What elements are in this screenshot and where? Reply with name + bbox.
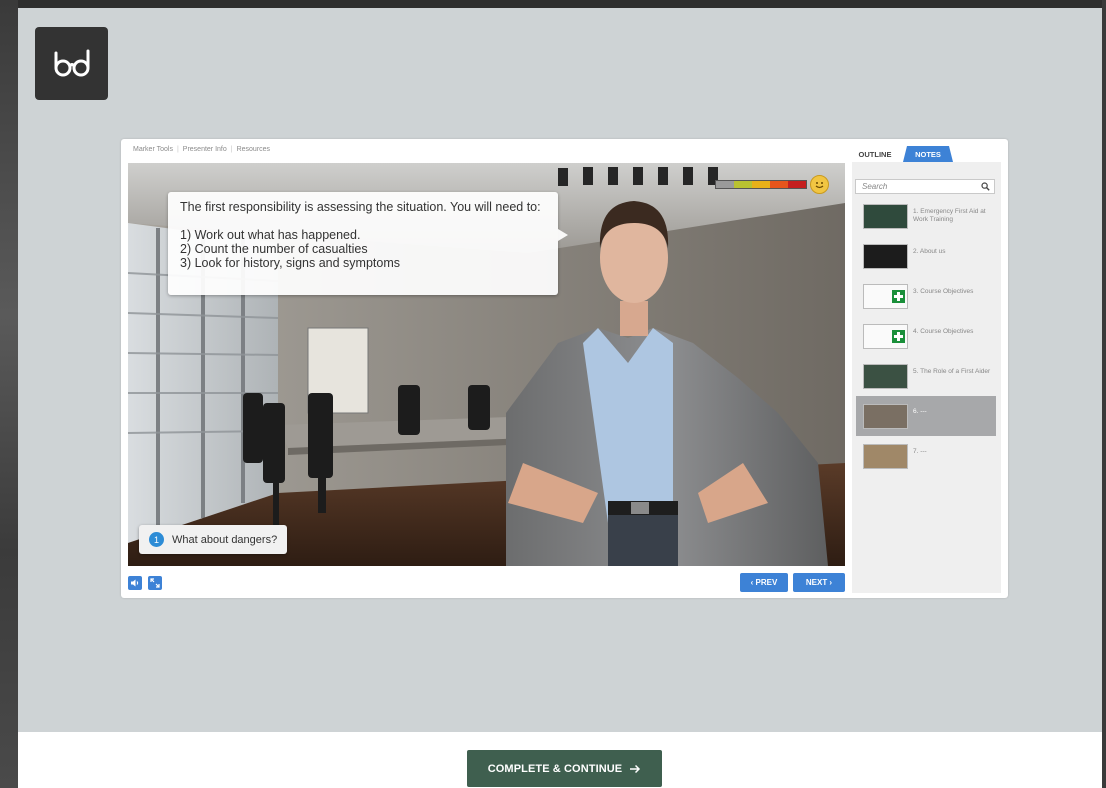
complete-continue-label: COMPLETE & CONTINUE bbox=[487, 762, 623, 775]
instruction-callout: The first responsibility is assessing th… bbox=[168, 192, 558, 295]
player-top-links: Marker Tools | Presenter Info | Resources bbox=[133, 146, 270, 153]
volume-icon-graphic bbox=[131, 579, 139, 587]
cross-bar bbox=[894, 295, 903, 298]
next-button[interactable]: NEXT › bbox=[793, 573, 845, 592]
question-number-badge: 1 bbox=[149, 532, 164, 547]
marker-tools-link[interactable]: Marker Tools bbox=[133, 146, 173, 153]
search-input[interactable]: Search bbox=[855, 179, 995, 194]
outline-item-label: 4. Course Objectives bbox=[913, 328, 974, 335]
slide-thumbnail bbox=[863, 324, 908, 349]
callout-tail bbox=[558, 229, 568, 241]
slide-thumbnail bbox=[863, 284, 908, 309]
outline-item-label: 1. Emergency First Aid at Work Training bbox=[913, 208, 986, 223]
outline-item[interactable]: 2. About us bbox=[856, 236, 996, 276]
outline-item[interactable]: 7. --- bbox=[856, 436, 996, 476]
course-player: Marker Tools | Presenter Info | Resources bbox=[121, 139, 1008, 598]
callout-gap bbox=[180, 214, 546, 228]
outline-sidebar: OUTLINE NOTES Search 1. Emergency First … bbox=[851, 145, 1001, 593]
outline-item-selected[interactable]: 6. --- bbox=[856, 396, 996, 436]
slide-thumbnail bbox=[863, 404, 908, 429]
slide-thumbnail bbox=[863, 204, 908, 229]
callout-item-3: 3) Look for history, signs and symptoms bbox=[180, 256, 400, 270]
tab-notes[interactable]: NOTES bbox=[903, 146, 953, 162]
outline-item-label: 2. About us bbox=[913, 248, 946, 255]
volume-icon[interactable] bbox=[128, 576, 142, 590]
outline-item-label: 6. --- bbox=[913, 408, 927, 415]
first-aid-cross-icon bbox=[892, 290, 905, 303]
expand-icon[interactable] bbox=[148, 576, 162, 590]
outline-item-label: 7. --- bbox=[913, 448, 927, 455]
link-separator: | bbox=[230, 146, 233, 153]
background-left-strip bbox=[0, 0, 18, 788]
outline-item[interactable]: 4. Course Objectives bbox=[856, 316, 996, 356]
tab-outline[interactable]: OUTLINE bbox=[853, 146, 897, 162]
search-icon[interactable] bbox=[981, 182, 990, 191]
outline-item-label: 5. The Role of a First Aider bbox=[913, 368, 991, 375]
mood-meter bbox=[715, 180, 807, 189]
arrow-right-icon bbox=[630, 764, 641, 773]
first-aid-cross-icon bbox=[892, 330, 905, 343]
slide-thumbnail bbox=[863, 244, 908, 269]
outline-item[interactable]: 1. Emergency First Aid at Work Training bbox=[856, 196, 996, 236]
smiley-icon-graphic bbox=[815, 182, 824, 189]
smiley-icon bbox=[810, 175, 829, 194]
background-right-strip bbox=[1102, 0, 1106, 788]
link-separator: | bbox=[176, 146, 179, 153]
meter-segment bbox=[788, 181, 806, 188]
callout-intro: The first responsibility is assessing th… bbox=[180, 200, 541, 214]
prev-button[interactable]: ‹ PREV bbox=[740, 573, 788, 592]
question-option[interactable]: 1 What about dangers? bbox=[139, 525, 288, 554]
outline-panel: Search 1. Emergency First Aid at Work Tr… bbox=[852, 162, 1001, 593]
meter-segment bbox=[752, 181, 770, 188]
slide-thumbnail bbox=[863, 364, 908, 389]
meter-segment bbox=[734, 181, 752, 188]
question-text: What about dangers? bbox=[172, 533, 278, 546]
outline-item[interactable]: 3. Course Objectives bbox=[856, 276, 996, 316]
expand-icon-graphic bbox=[150, 578, 160, 588]
glasses-icon-graphic bbox=[54, 49, 89, 76]
meter-segment bbox=[770, 181, 788, 188]
presenter-info-link[interactable]: Presenter Info bbox=[183, 146, 227, 153]
resources-link[interactable]: Resources bbox=[237, 146, 270, 153]
callout-item-2: 2) Count the number of casualties bbox=[180, 242, 368, 256]
slide-thumbnail bbox=[863, 444, 908, 469]
glasses-icon[interactable] bbox=[35, 27, 108, 100]
cross-bar bbox=[894, 335, 903, 338]
slide-canvas: The first responsibility is assessing th… bbox=[128, 163, 845, 566]
window-top-edge bbox=[0, 0, 1106, 8]
outline-item-label: 3. Course Objectives bbox=[913, 288, 974, 295]
complete-continue-button[interactable]: COMPLETE & CONTINUE bbox=[467, 750, 662, 787]
meter-segment bbox=[716, 181, 734, 188]
callout-item-1: 1) Work out what has happened. bbox=[180, 228, 361, 242]
outline-item[interactable]: 5. The Role of a First Aider bbox=[856, 356, 996, 396]
